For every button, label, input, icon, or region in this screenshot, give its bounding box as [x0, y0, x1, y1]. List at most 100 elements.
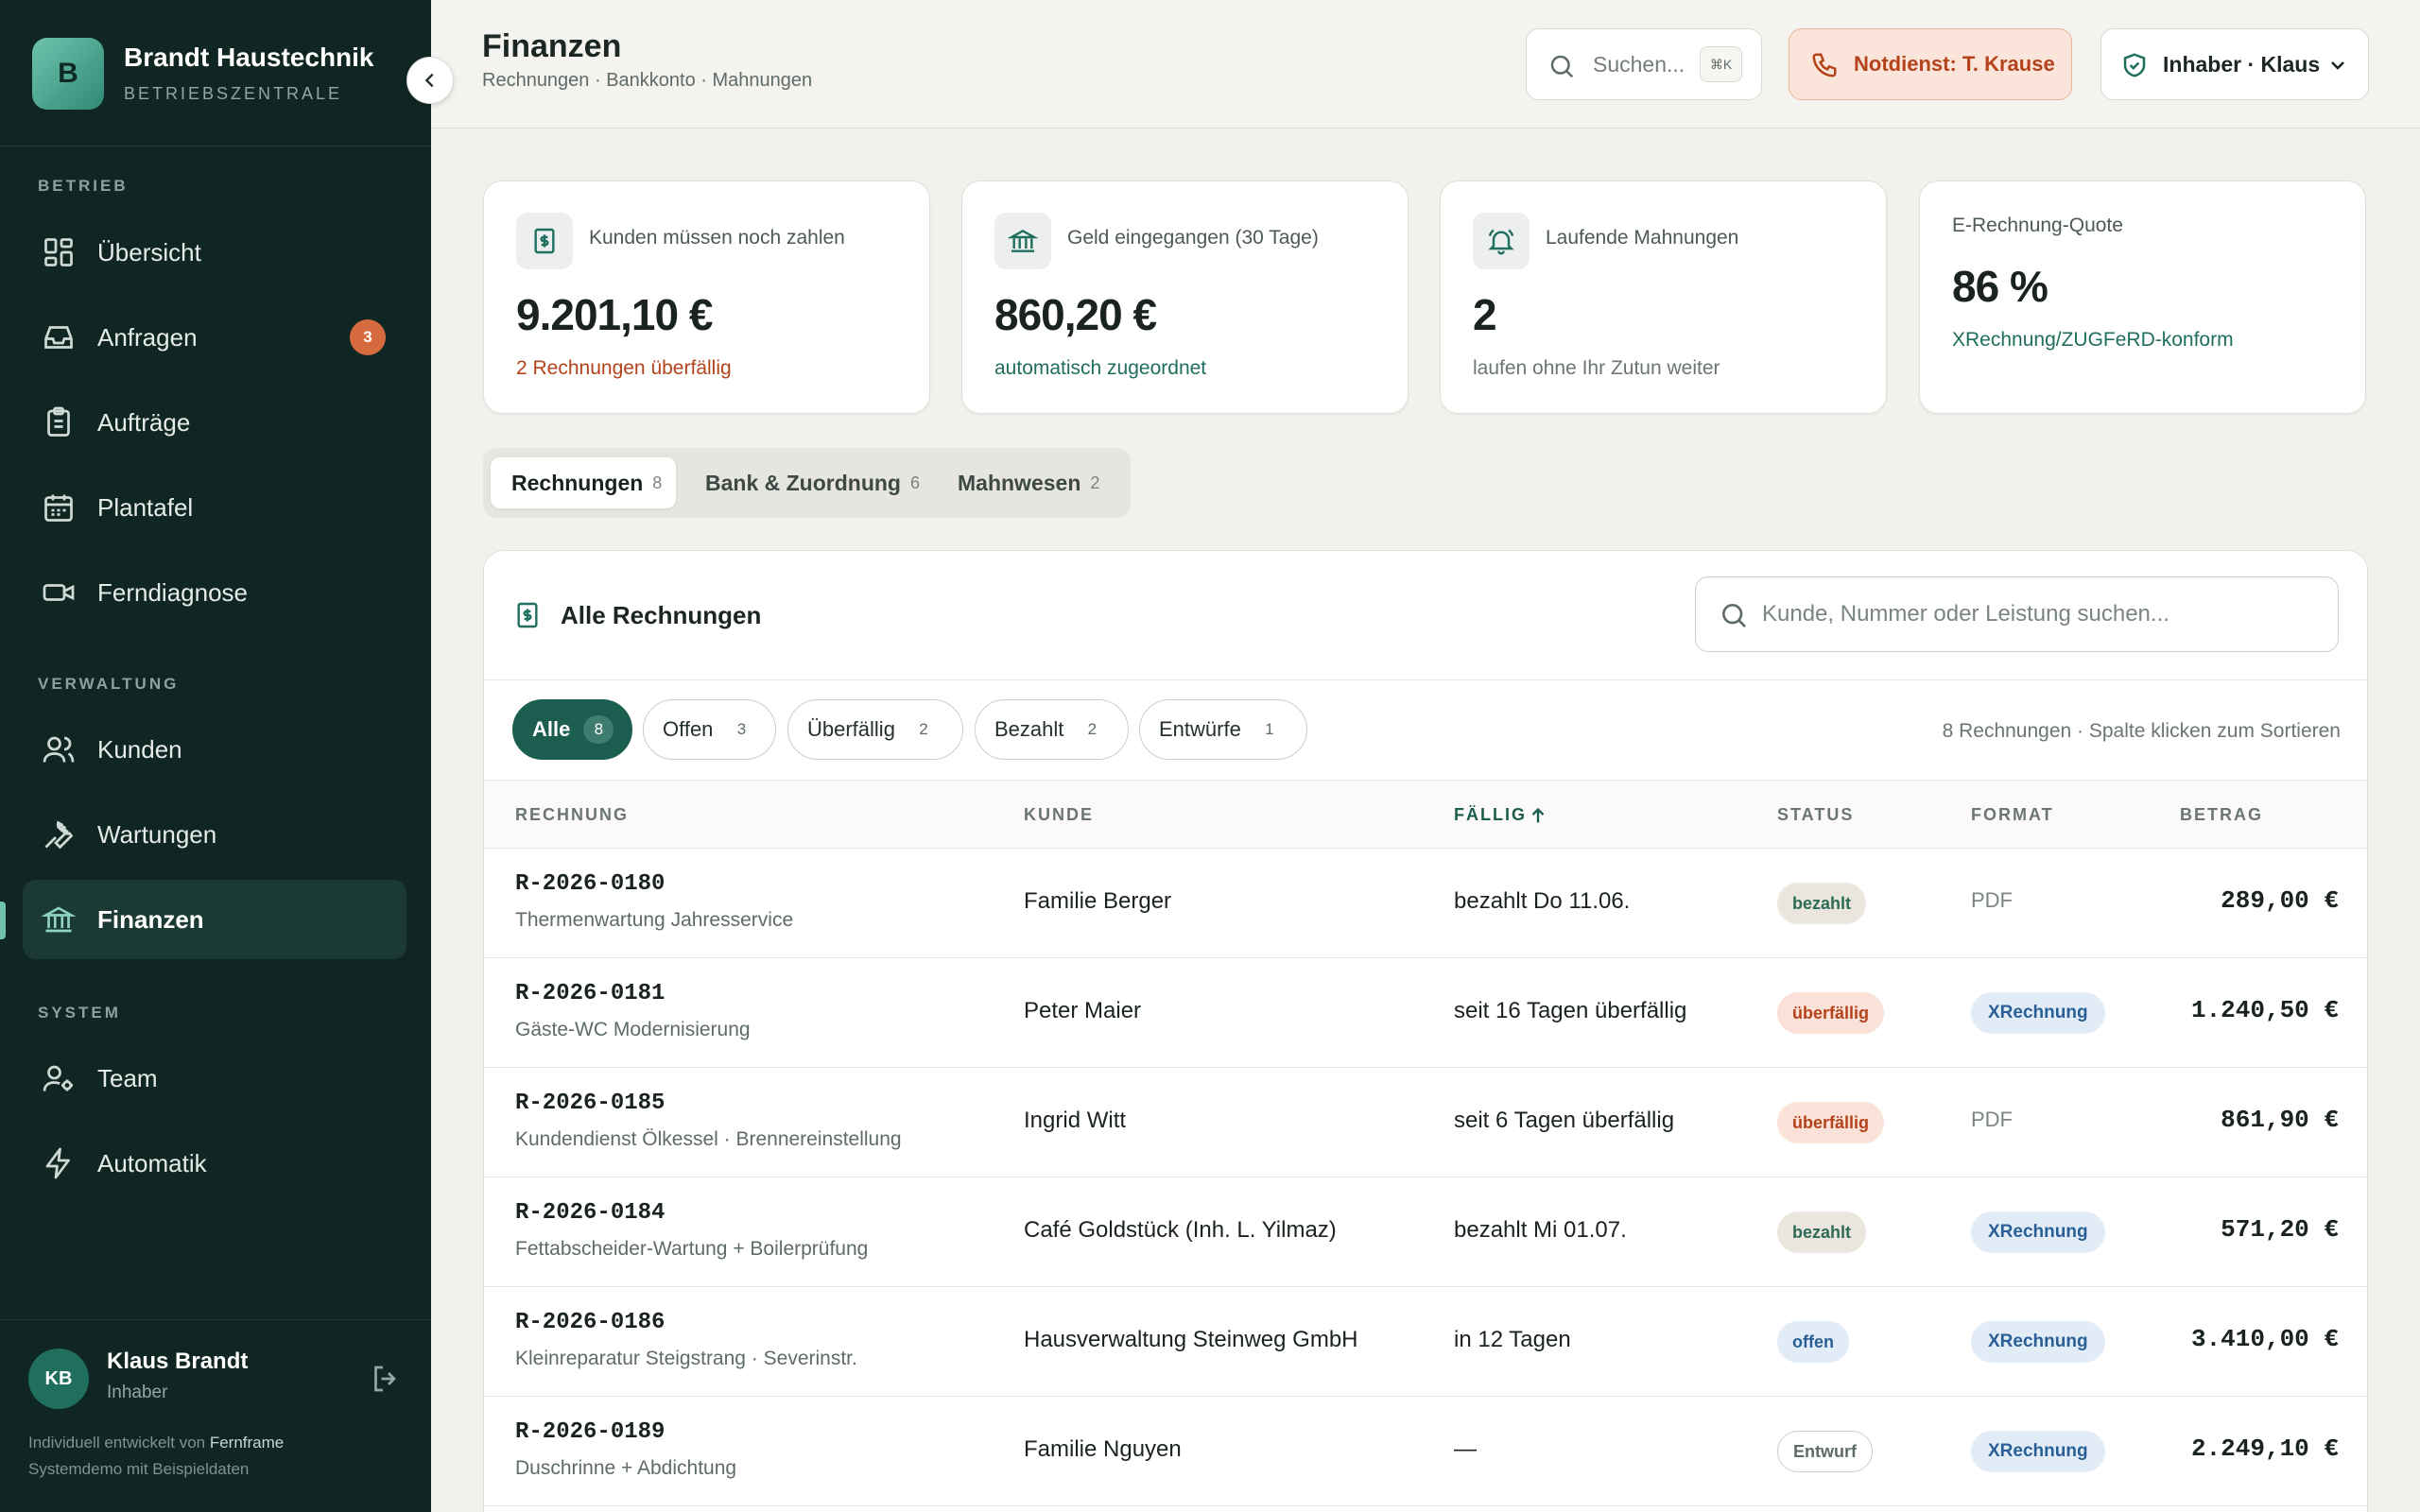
sidebar-item-wartungen[interactable]: Wartungen: [23, 795, 406, 874]
invoice-number[interactable]: R-2026-0185: [515, 1091, 665, 1116]
video-icon: [42, 576, 76, 610]
status-badge: bezahlt: [1777, 1211, 1867, 1253]
invoice-due: bezahlt Do 11.06.: [1454, 888, 1631, 914]
sidebar-section-system: SYSTEM: [38, 1004, 121, 1022]
sidebar-item-label: Automatik: [97, 1148, 207, 1177]
kpi-outstanding[interactable]: Kunden müssen noch zahlen 9.201,10 € 2 R…: [483, 180, 930, 414]
user-cog-icon: [42, 1061, 76, 1095]
sidebar-item-auftraege[interactable]: Aufträge: [23, 383, 406, 462]
kpi-erechnung-quote[interactable]: E-Rechnung-Quote 86 % XRechnung/ZUGFeRD-…: [1919, 180, 2366, 414]
column-header-rechnung[interactable]: RECHNUNG: [515, 805, 629, 825]
emergency-label: Notdienst: T. Krause: [1854, 52, 2055, 76]
avatar[interactable]: KB: [28, 1349, 89, 1409]
invoice-customer: Ingrid Witt: [1024, 1108, 1127, 1133]
search-icon: [1719, 600, 1749, 630]
column-header-faellig[interactable]: FÄLLIG: [1454, 805, 1527, 825]
invoice-icon: [512, 600, 543, 630]
user-name: Klaus Brandt: [107, 1349, 249, 1374]
sidebar-item-label: Ferndiagnose: [97, 577, 248, 607]
sort-hint: 8 Rechnungen · Spalte klicken zum Sortie…: [1942, 720, 2341, 742]
logout-icon[interactable]: [369, 1362, 403, 1396]
credit-prefix: Individuell entwickelt von: [28, 1434, 206, 1452]
active-indicator: [0, 902, 6, 939]
invoice-number[interactable]: R-2026-0180: [515, 871, 665, 897]
format-badge: XRechnung: [1971, 992, 2105, 1034]
column-header-kunde[interactable]: KUNDE: [1024, 805, 1094, 825]
table-row[interactable]: R-2026-0186 Kleinreparatur Steigstrang · …: [484, 1287, 2367, 1397]
kpi-reminders[interactable]: Laufende Mahnungen 2 laufen ohne Ihr Zut…: [1440, 180, 1887, 414]
table-row[interactable]: R-2026-0184 Fettabscheider-Wartung + Boil…: [484, 1177, 2367, 1287]
filter-ueberfaellig[interactable]: Überfällig 2: [787, 699, 963, 760]
kpi-subtext: laufen ohne Ihr Zutun weiter: [1473, 357, 1720, 379]
format-badge: XRechnung: [1971, 1321, 2105, 1363]
filter-label: Überfällig: [807, 717, 895, 741]
invoice-number[interactable]: R-2026-0189: [515, 1419, 665, 1445]
filter-bezahlt[interactable]: Bezahlt 2: [975, 699, 1129, 760]
sidebar-item-team[interactable]: Team: [23, 1039, 406, 1118]
breadcrumb: Rechnungen · Bankkonto · Mahnungen: [482, 70, 813, 91]
role-label: Inhaber · Klaus: [2163, 52, 2321, 77]
table-row[interactable]: R-2026-0180 Thermenwartung Jahresservice F…: [484, 849, 2367, 958]
filter-row: Alle 8 Offen 3 Überfällig 2 Bezahlt 2 En…: [484, 679, 2367, 781]
sidebar-item-automatik[interactable]: Automatik: [23, 1124, 406, 1203]
sidebar-item-label: Übersicht: [97, 237, 201, 266]
kpi-received[interactable]: Geld eingegangen (30 Tage) 860,20 € auto…: [961, 180, 1409, 414]
filter-entwuerfe[interactable]: Entwürfe 1: [1139, 699, 1307, 760]
sidebar-item-plantafel[interactable]: Plantafel: [23, 468, 406, 547]
filter-alle[interactable]: Alle 8: [512, 699, 632, 760]
sidebar-item-label: Plantafel: [97, 492, 194, 522]
sidebar-item-ferndiagnose[interactable]: Ferndiagnose: [23, 553, 406, 632]
collapse-sidebar-button[interactable]: [406, 57, 454, 104]
tab-label: Mahnwesen: [958, 470, 1081, 495]
invoice-customer: Familie Nguyen: [1024, 1436, 1182, 1462]
invoice-number[interactable]: R-2026-0181: [515, 981, 665, 1006]
table-row[interactable]: R-2026-0189 Duschrinne + Abdichtung Famili…: [484, 1397, 2367, 1506]
shortcut-hint: ⌘K: [1700, 46, 1742, 82]
brand-logo[interactable]: B: [32, 38, 104, 110]
grid-icon: [42, 235, 76, 269]
invoice-search-input[interactable]: Kunde, Nummer oder Leistung suchen...: [1695, 576, 2339, 652]
sidebar-item-finanzen[interactable]: Finanzen: [23, 880, 406, 959]
tab-label: Bank & Zuordnung: [705, 470, 901, 495]
invoice-description: Duschrinne + Abdichtung: [515, 1457, 737, 1479]
sidebar-section-verwaltung: VERWALTUNG: [38, 675, 180, 693]
invoice-due: seit 6 Tagen überfällig: [1454, 1108, 1675, 1133]
column-header-betrag[interactable]: BETRAG: [2180, 805, 2263, 825]
sidebar-header: B Brandt Haustechnik BETRIEBSZENTRALE: [0, 0, 431, 146]
kpi-subtext: automatisch zugeordnet: [994, 357, 1207, 379]
tab-mahnwesen[interactable]: Mahnwesen 2: [937, 457, 1122, 508]
kpi-label: Geld eingegangen (30 Tage): [1067, 227, 1319, 249]
global-search[interactable]: Suchen... ⌘K: [1526, 28, 1762, 100]
filter-offen[interactable]: Offen 3: [643, 699, 776, 760]
role-selector[interactable]: Inhaber · Klaus: [2100, 28, 2369, 100]
arrow-up-icon: [1528, 805, 1548, 826]
sidebar-item-kunden[interactable]: Kunden: [23, 710, 406, 789]
kpi-label: E-Rechnung-Quote: [1952, 215, 2123, 236]
credit-text: Individuell entwickelt von Fernframe Sys…: [28, 1430, 284, 1483]
search-placeholder: Kunde, Nummer oder Leistung suchen...: [1762, 601, 2169, 627]
column-header-status[interactable]: STATUS: [1777, 805, 1854, 825]
sidebar-item-anfragen[interactable]: Anfragen 3: [23, 298, 406, 377]
brand-name: Brandt Haustechnik: [124, 43, 374, 72]
invoice-description: Kleinreparatur Steigstrang · Severinstr.: [515, 1348, 857, 1369]
top-header: Finanzen Rechnungen · Bankkonto · Mahnun…: [431, 0, 2420, 129]
column-header-format[interactable]: FORMAT: [1971, 805, 2054, 825]
tab-rechnungen[interactable]: Rechnungen 8: [491, 457, 676, 508]
table-row[interactable]: R-2026-0181 Gäste-WC Modernisierung Peter …: [484, 958, 2367, 1068]
invoice-number[interactable]: R-2026-0186: [515, 1310, 665, 1335]
emergency-service-button[interactable]: Notdienst: T. Krause: [1789, 28, 2072, 100]
kpi-subtext: XRechnung/ZUGFeRD-konform: [1952, 329, 2234, 351]
sidebar-item-uebersicht[interactable]: Übersicht: [23, 213, 406, 292]
invoice-customer: Hausverwaltung Steinweg GmbH: [1024, 1327, 1358, 1352]
invoice-number[interactable]: R-2026-0184: [515, 1200, 665, 1226]
tab-bank-zuordnung[interactable]: Bank & Zuordnung 6: [684, 457, 928, 508]
filter-label: Offen: [663, 717, 714, 741]
credit-link[interactable]: Fernframe: [210, 1434, 284, 1452]
calendar-icon: [42, 490, 76, 524]
table-row[interactable]: R-2026-0185 Kundendienst Ölkessel · Brenn…: [484, 1068, 2367, 1177]
invoice-due: bezahlt Mi 01.07.: [1454, 1217, 1627, 1243]
status-badge: überfällig: [1777, 1102, 1885, 1143]
filter-label: Bezahlt: [994, 717, 1064, 741]
invoice-amount: 1.240,50 €: [2190, 996, 2339, 1024]
invoice-amount: 2.249,10 €: [2190, 1435, 2339, 1463]
